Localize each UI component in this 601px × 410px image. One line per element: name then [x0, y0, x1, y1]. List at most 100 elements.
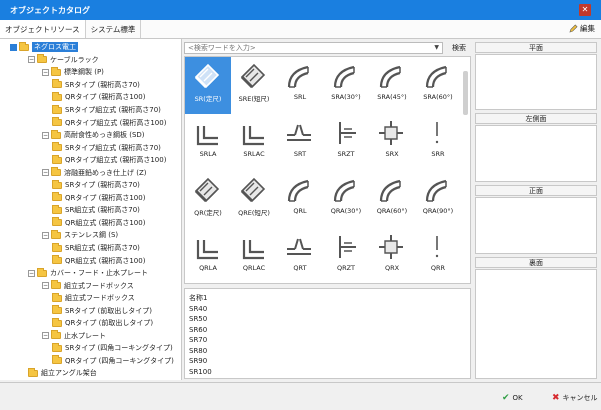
tree-node[interactable]: 組立アングル架台 [0, 367, 181, 380]
tree-expander-icon[interactable]: − [42, 332, 49, 340]
part-tile[interactable]: QRA(30°) [323, 171, 369, 228]
size-list-item[interactable]: SR40 [189, 304, 466, 315]
size-list-item[interactable]: SR100 [189, 367, 466, 378]
close-icon[interactable]: ✕ [579, 4, 591, 16]
tree-node[interactable]: QRタイプ組立式 (親桁高さ100) [0, 154, 181, 167]
size-list-item[interactable]: SR80 [189, 346, 466, 357]
part-tile[interactable]: SRE(短尺) [231, 57, 277, 114]
tree-node[interactable]: − 止水プレート [0, 330, 181, 343]
folder-icon [52, 142, 62, 152]
scrollbar-thumb[interactable] [463, 71, 468, 115]
part-tile[interactable]: SRX [369, 114, 415, 171]
tab-object-resources[interactable]: オブジェクトリソース [0, 20, 86, 38]
cancel-button[interactable]: ✖ キャンセル [552, 391, 598, 405]
tree-expander-icon[interactable] [10, 43, 17, 51]
tree-node[interactable]: QR組立式 (親桁高さ100) [0, 254, 181, 267]
tree-node[interactable]: QRタイプ (親桁高さ100) [0, 91, 181, 104]
folder-icon [52, 305, 62, 315]
part-tile[interactable]: QRR [415, 228, 461, 285]
part-label: QRE(短尺) [238, 209, 270, 217]
tab-system-standard[interactable]: システム標準 [86, 20, 142, 38]
part-tile[interactable]: QRE(短尺) [231, 171, 277, 228]
tree-expander-icon[interactable]: − [42, 282, 49, 290]
search-button[interactable]: 検索 [447, 42, 471, 54]
straight-rack-icon [240, 177, 266, 203]
tree-node[interactable]: QRタイプ (四角コーキングタイプ) [0, 355, 181, 368]
tree-node[interactable]: − 組立式フードボックス [0, 279, 181, 292]
tree-node-label: 組立アングル架台 [41, 369, 97, 378]
folder-icon [51, 280, 61, 290]
size-list-item[interactable]: SR90 [189, 356, 466, 367]
tree-node[interactable]: SRタイプ組立式 (親桁高さ70) [0, 104, 181, 117]
part-tile[interactable]: QRLA [185, 228, 231, 285]
tree-node[interactable]: QRタイプ (前取出しタイプ) [0, 317, 181, 330]
tree-expander-icon[interactable]: − [42, 231, 49, 239]
ok-label: OK [512, 394, 523, 402]
part-label: QRLA [199, 264, 217, 272]
tree-node[interactable]: − ステンレス鋼 (S) [0, 229, 181, 242]
tree-node[interactable]: 組立式フードボックス [0, 292, 181, 305]
part-label: SRLAC [243, 150, 265, 158]
part-label: QRR [430, 264, 446, 272]
catalog-tree[interactable]: ネグロス電工 − ケーブルラック − 標準鋼製 (P) SRタイプ (親桁高さ70) QRタ… [0, 39, 182, 380]
tree-node[interactable]: SRタイプ (前取出しタイプ) [0, 304, 181, 317]
folder-icon [52, 117, 62, 127]
part-tile[interactable]: QRZT [323, 228, 369, 285]
tree-node[interactable]: QRタイプ (親桁高さ100) [0, 192, 181, 205]
part-tile[interactable]: SRT [277, 114, 323, 171]
tree-expander-icon[interactable]: − [42, 169, 49, 177]
part-tile[interactable]: SRR [415, 114, 461, 171]
part-tile[interactable]: QRT [277, 228, 323, 285]
chevron-down-icon[interactable]: ▼ [434, 44, 439, 51]
tree-node[interactable]: SRタイプ (四角コーキングタイプ) [0, 342, 181, 355]
tree-node[interactable]: SRタイプ (親桁高さ70) [0, 179, 181, 192]
size-list-header: 名称1 [189, 294, 208, 302]
window-title: オブジェクトカタログ [10, 5, 90, 15]
tree-expander-icon[interactable]: − [42, 68, 49, 76]
part-label: QRA(30°) [330, 207, 362, 215]
part-tile[interactable]: QRA(90°) [415, 171, 461, 228]
tree-node[interactable]: SR組立式 (親桁高さ70) [0, 242, 181, 255]
tree-node[interactable]: SRタイプ (親桁高さ70) [0, 79, 181, 92]
tree-node[interactable]: − 溶融亜鉛めっき仕上げ (Z) [0, 166, 181, 179]
tree-node[interactable]: SR組立式 (親桁高さ70) [0, 204, 181, 217]
part-tile[interactable]: SR(定尺) [185, 57, 231, 114]
size-list-item[interactable]: SR60 [189, 325, 466, 336]
ok-button[interactable]: ✔ OK [502, 391, 523, 405]
search-input[interactable] [184, 42, 443, 54]
straight-rack-icon [240, 63, 266, 89]
tab-label: オブジェクトリソース [5, 24, 80, 34]
part-tile[interactable]: SRLAC [231, 114, 277, 171]
part-tile[interactable]: QRLAC [231, 228, 277, 285]
part-tile[interactable]: SRA(60°) [415, 57, 461, 114]
tree-node[interactable]: − ケーブルラック [0, 54, 181, 67]
tree-node[interactable]: QR組立式 (親桁高さ100) [0, 217, 181, 230]
folder-icon [52, 204, 62, 214]
part-tile[interactable]: QR(定尺) [185, 171, 231, 228]
part-tile[interactable]: QRX [369, 228, 415, 285]
tree-expander-icon[interactable]: − [28, 56, 35, 64]
size-list-item[interactable]: SR70 [189, 335, 466, 346]
part-tile[interactable]: QRL [277, 171, 323, 228]
tree-node[interactable]: ネグロス電工 [0, 41, 181, 54]
tree-node-label: ネグロス電工 [32, 42, 78, 53]
elbow-icon [425, 179, 447, 202]
edit-button[interactable]: 編集 [569, 23, 595, 34]
tree-node-label: 組立式フードボックス [65, 294, 135, 303]
tree-node[interactable]: − 高耐食性めっき鋼板 (SD) [0, 129, 181, 142]
tree-node[interactable]: − カバー・フード・止水プレート [0, 267, 181, 280]
tree-expander-icon[interactable]: − [28, 269, 35, 277]
size-list-item[interactable]: SR50 [189, 314, 466, 325]
tree-node[interactable]: SRタイプ組立式 (親桁高さ70) [0, 141, 181, 154]
checkmark-icon: ✔ [502, 393, 510, 403]
tree-node[interactable]: QRタイプ組立式 (親桁高さ100) [0, 116, 181, 129]
part-tile[interactable]: QRA(60°) [369, 171, 415, 228]
part-tile[interactable]: SRA(30°) [323, 57, 369, 114]
part-tile[interactable]: SRL [277, 57, 323, 114]
view-title-top: 平面 [475, 42, 597, 53]
part-tile[interactable]: SRA(45°) [369, 57, 415, 114]
part-tile[interactable]: SRZT [323, 114, 369, 171]
tree-expander-icon[interactable]: − [42, 131, 49, 139]
tree-node[interactable]: − 標準鋼製 (P) [0, 66, 181, 79]
part-tile[interactable]: SRLA [185, 114, 231, 171]
